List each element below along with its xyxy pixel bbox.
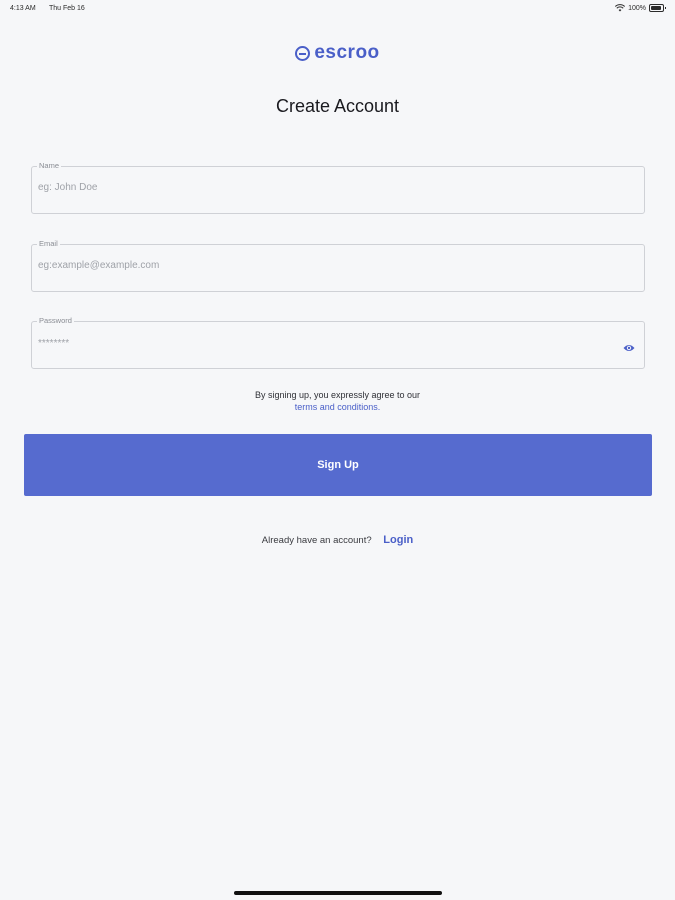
create-account-screen: 4:13 AM Thu Feb 16 100% escroo Create Ac… <box>0 0 675 900</box>
brand-name: escroo <box>314 42 380 63</box>
brand-logo: escroo <box>0 42 675 64</box>
terms-notice: By signing up, you expressly agree to ou… <box>0 389 675 413</box>
escroo-logo-icon <box>295 45 311 61</box>
terms-text: By signing up, you expressly agree to ou… <box>254 390 421 400</box>
status-indicators: 100% <box>615 4 666 12</box>
password-field[interactable]: Password <box>31 316 645 369</box>
status-time: 4:13 AM <box>10 5 36 12</box>
sign-up-button[interactable]: Sign Up <box>24 434 652 496</box>
email-input[interactable] <box>38 260 598 271</box>
status-date: Thu Feb 16 <box>49 5 85 12</box>
status-bar: 4:13 AM Thu Feb 16 100% <box>0 0 675 18</box>
page-title: Create Account <box>275 96 400 116</box>
terms-link[interactable]: terms and conditions. <box>295 402 381 412</box>
password-input[interactable] <box>38 338 598 349</box>
battery-icon <box>649 4 666 12</box>
home-indicator[interactable] <box>234 891 442 895</box>
login-prompt: Already have an account? <box>261 535 372 546</box>
eye-icon[interactable] <box>623 340 635 351</box>
password-field-label: Password <box>37 316 74 326</box>
login-link[interactable]: Login <box>383 534 413 546</box>
name-field-label: Name <box>37 161 62 171</box>
name-input[interactable] <box>38 182 598 193</box>
battery-percentage: 100% <box>628 4 646 12</box>
email-field[interactable]: Email <box>31 239 645 292</box>
email-field-label: Email <box>37 239 60 249</box>
wifi-icon <box>615 4 626 12</box>
login-prompt-row: Already have an account? Login <box>0 534 675 546</box>
name-field[interactable]: Name <box>31 161 645 214</box>
